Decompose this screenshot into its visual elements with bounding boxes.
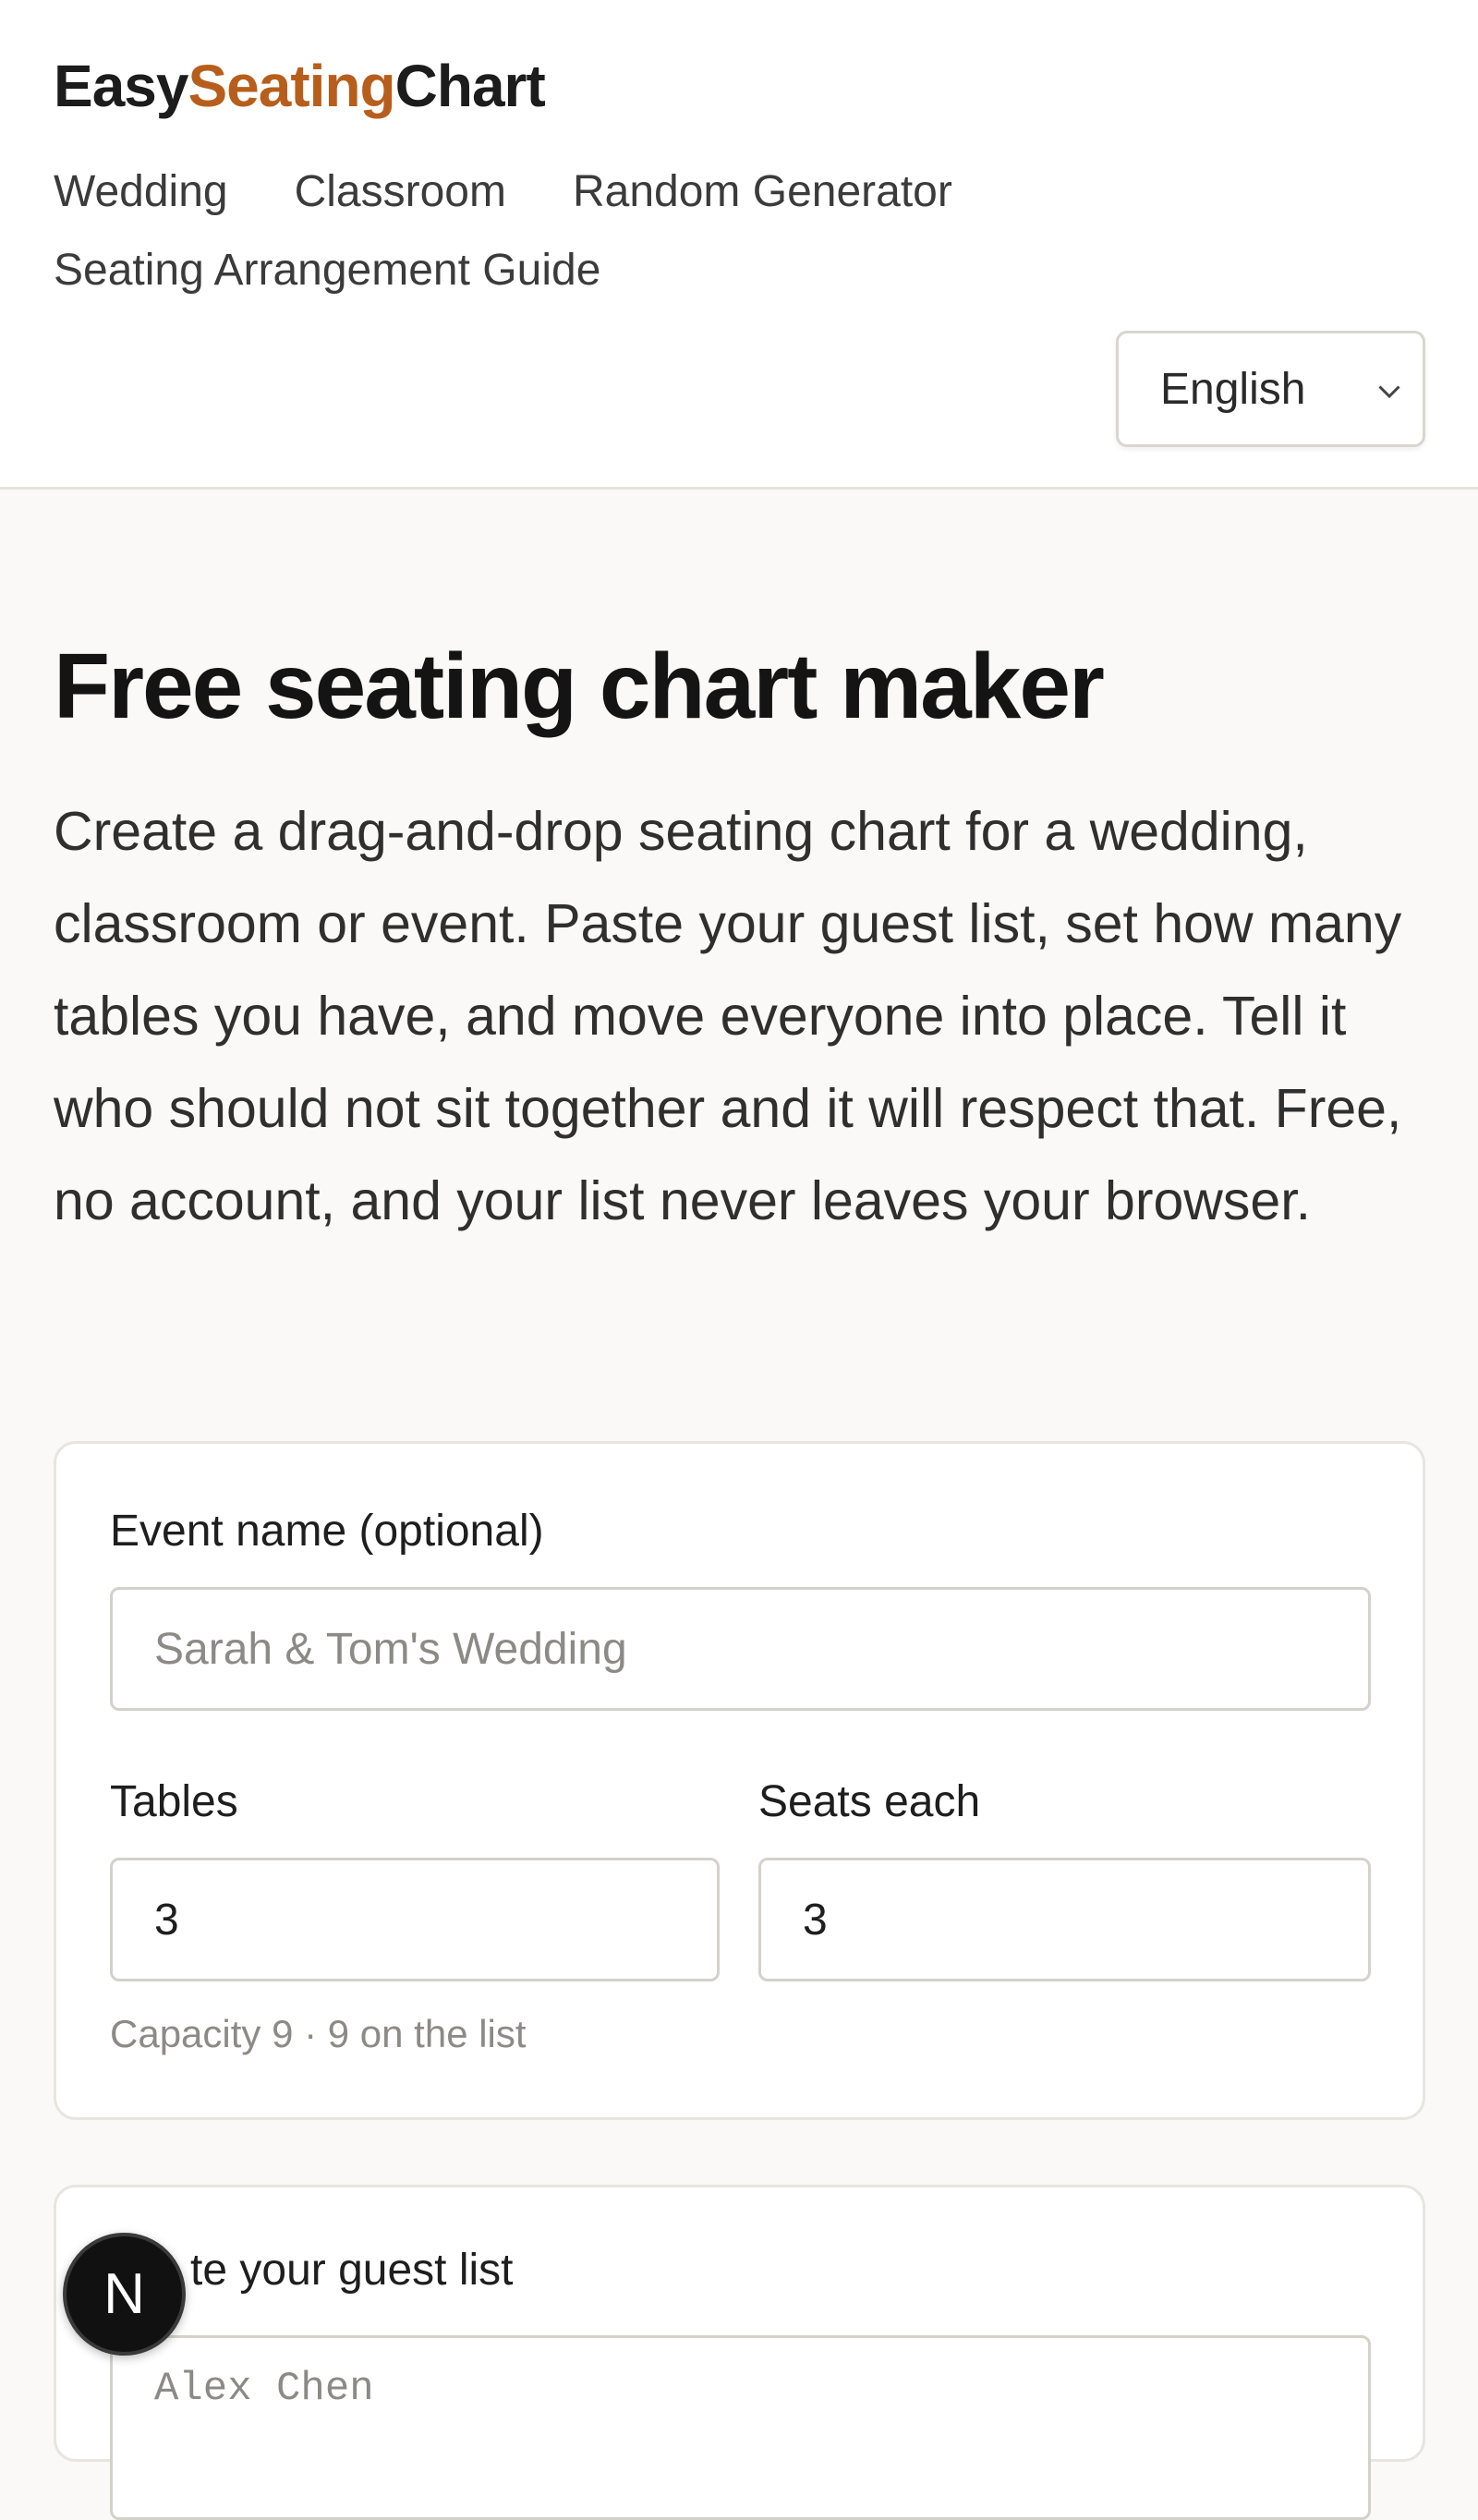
language-select[interactable]: English	[1116, 331, 1425, 447]
brand-part-chart: Chart	[394, 53, 546, 119]
tables-input[interactable]	[110, 1858, 720, 1981]
nextjs-dev-badge[interactable]: N	[63, 2233, 186, 2356]
nav-link-wedding[interactable]: Wedding	[54, 164, 228, 220]
hero-description: Create a drag-and-drop seating chart for…	[54, 801, 1402, 1231]
capacity-status: Capacity 9 · 9 on the list	[110, 2012, 527, 2055]
event-setup-card: Event name (optional) Tables Seats each …	[54, 1441, 1425, 2120]
event-name-input[interactable]	[110, 1587, 1371, 1711]
brand-part-easy: Easy	[54, 53, 188, 119]
nav-link-random-generator[interactable]: Random Generator	[573, 164, 952, 220]
main-nav: Wedding Classroom Random Generator	[54, 164, 952, 220]
guest-list-label: te your guest list	[190, 2246, 514, 2295]
nav-link-classroom[interactable]: Classroom	[295, 164, 506, 220]
event-name-label: Event name (optional)	[110, 1507, 544, 1556]
tables-label: Tables	[110, 1777, 238, 1826]
page-title: Free seating chart maker	[54, 635, 1105, 738]
guest-list-card: te your guest list	[54, 2185, 1425, 2520]
nav-link-seating-guide[interactable]: Seating Arrangement Guide	[54, 243, 600, 298]
seats-each-label: Seats each	[758, 1777, 981, 1826]
brand-part-seating: Seating	[188, 53, 395, 119]
site-header: EasySeatingChart Wedding Classroom Rando…	[0, 0, 1478, 490]
language-selected-value: English	[1160, 364, 1306, 414]
brand-logo[interactable]: EasySeatingChart	[54, 51, 546, 121]
chevron-down-icon	[1378, 385, 1400, 399]
guest-list-textarea[interactable]	[110, 2335, 1371, 2520]
main-nav-row-2: Seating Arrangement Guide	[54, 243, 600, 298]
badge-letter: N	[103, 2262, 145, 2326]
seats-each-input[interactable]	[758, 1858, 1371, 1981]
